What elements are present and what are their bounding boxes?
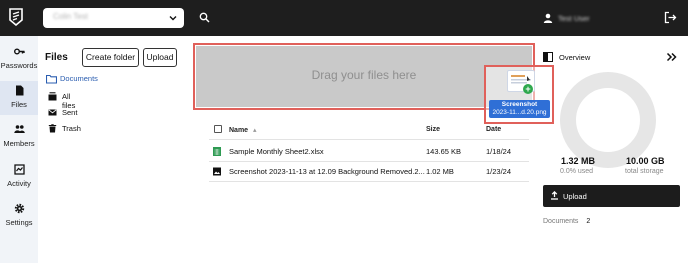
- file-size: 1.02 MB: [426, 167, 454, 176]
- table-row[interactable]: Screenshot 2023-11-13 at 12.09 Backgroun…: [209, 166, 529, 178]
- storage-used-value: 1.32 MB: [561, 156, 596, 166]
- dragged-file-label-line2: 2023-11...d.20.png: [492, 109, 547, 116]
- rail-item-files[interactable]: Files: [0, 81, 38, 115]
- top-bar: Colin Test Test User: [0, 0, 688, 36]
- organization-select-value: Colin Test: [53, 12, 88, 21]
- nav-item-label: Trash: [62, 124, 81, 133]
- mail-icon: [48, 109, 57, 116]
- nav-item-documents[interactable]: Documents: [44, 72, 180, 86]
- gear-icon: [14, 203, 25, 214]
- overview-title: Overview: [559, 53, 591, 62]
- storage-donut-chart: [560, 72, 656, 168]
- spreadsheet-icon: [213, 147, 221, 156]
- nav-item-label: Sent: [62, 108, 78, 117]
- file-date: 1/23/24: [486, 167, 512, 176]
- upload-top-button[interactable]: Upload: [143, 48, 177, 67]
- column-header-date[interactable]: Date: [486, 126, 501, 133]
- rail-item-members[interactable]: Members: [0, 120, 38, 154]
- files-heading: Files: [45, 52, 68, 63]
- trash-icon: [48, 124, 57, 133]
- rail-item-label: Passwords: [0, 61, 38, 70]
- column-header-name[interactable]: Name ▴: [229, 126, 257, 134]
- table-row[interactable]: Sample Monthly Sheet2.xlsx 143.65 KB 1/1…: [209, 146, 529, 158]
- user-icon: [543, 13, 553, 23]
- table-header: Name ▴ Size Date: [209, 125, 529, 137]
- user-name: Test User: [558, 13, 590, 23]
- documents-count-value: 2: [586, 218, 591, 225]
- storage-total-label: total storage: [625, 168, 664, 175]
- create-folder-button[interactable]: Create folder: [82, 48, 139, 67]
- upload-button[interactable]: Upload: [543, 185, 680, 207]
- people-icon: [14, 125, 25, 133]
- activity-icon: [14, 164, 25, 175]
- chevron-down-icon: [169, 16, 177, 21]
- documents-count: Documents 2: [543, 218, 590, 225]
- table-divider: [209, 139, 529, 140]
- app-logo-icon[interactable]: [8, 8, 24, 26]
- storage-used-label: 0.0% used: [560, 168, 594, 175]
- file-name: Screenshot 2023-11-13 at 12.09 Backgroun…: [229, 167, 425, 176]
- rail-item-label: Files: [11, 100, 27, 109]
- add-plus-icon: +: [523, 84, 533, 94]
- rail-item-label: Settings: [5, 218, 33, 227]
- nav-item-label: Documents: [60, 74, 98, 83]
- documents-count-label: Documents: [543, 218, 579, 225]
- dragged-file-label: Screenshot 2023-11...d.20.png: [489, 100, 550, 118]
- search-icon[interactable]: [199, 12, 210, 23]
- left-rail: Passwords Files Members Activity Setting…: [0, 36, 38, 263]
- table-divider: [209, 181, 529, 182]
- file-size: 143.65 KB: [426, 147, 462, 156]
- select-all-checkbox[interactable]: [214, 125, 222, 133]
- file-icon: [16, 85, 24, 96]
- rail-item-label: Members: [3, 139, 35, 148]
- upload-icon: [551, 191, 558, 200]
- table-divider: [209, 161, 529, 162]
- rail-item-settings[interactable]: Settings: [0, 199, 38, 233]
- sort-arrow-icon: ▴: [253, 127, 257, 134]
- file-dropzone[interactable]: Drag your files here: [196, 46, 532, 107]
- upload-button-label: Upload: [563, 192, 587, 201]
- dropzone-text: Drag your files here: [311, 68, 417, 82]
- folder-icon: [46, 74, 57, 84]
- file-name: Sample Monthly Sheet2.xlsx: [229, 147, 324, 156]
- collapse-panel-icon[interactable]: [666, 52, 677, 62]
- logout-icon[interactable]: [664, 11, 677, 24]
- key-icon: [14, 48, 25, 55]
- rail-item-activity[interactable]: Activity: [0, 160, 38, 194]
- panel-icon: [543, 52, 553, 62]
- dragged-file-label-line1: Screenshot: [501, 101, 538, 108]
- organization-select[interactable]: Colin Test: [43, 8, 184, 28]
- storage-total-value: 10.00 GB: [626, 156, 665, 166]
- file-date: 1/18/24: [486, 147, 512, 156]
- user-menu-button[interactable]: Test User: [543, 11, 590, 25]
- image-icon: [213, 167, 221, 176]
- rail-item-passwords[interactable]: Passwords: [0, 42, 38, 76]
- files-stack-icon: [48, 92, 57, 101]
- rail-item-label: Activity: [7, 179, 31, 188]
- column-header-size[interactable]: Size: [426, 126, 440, 133]
